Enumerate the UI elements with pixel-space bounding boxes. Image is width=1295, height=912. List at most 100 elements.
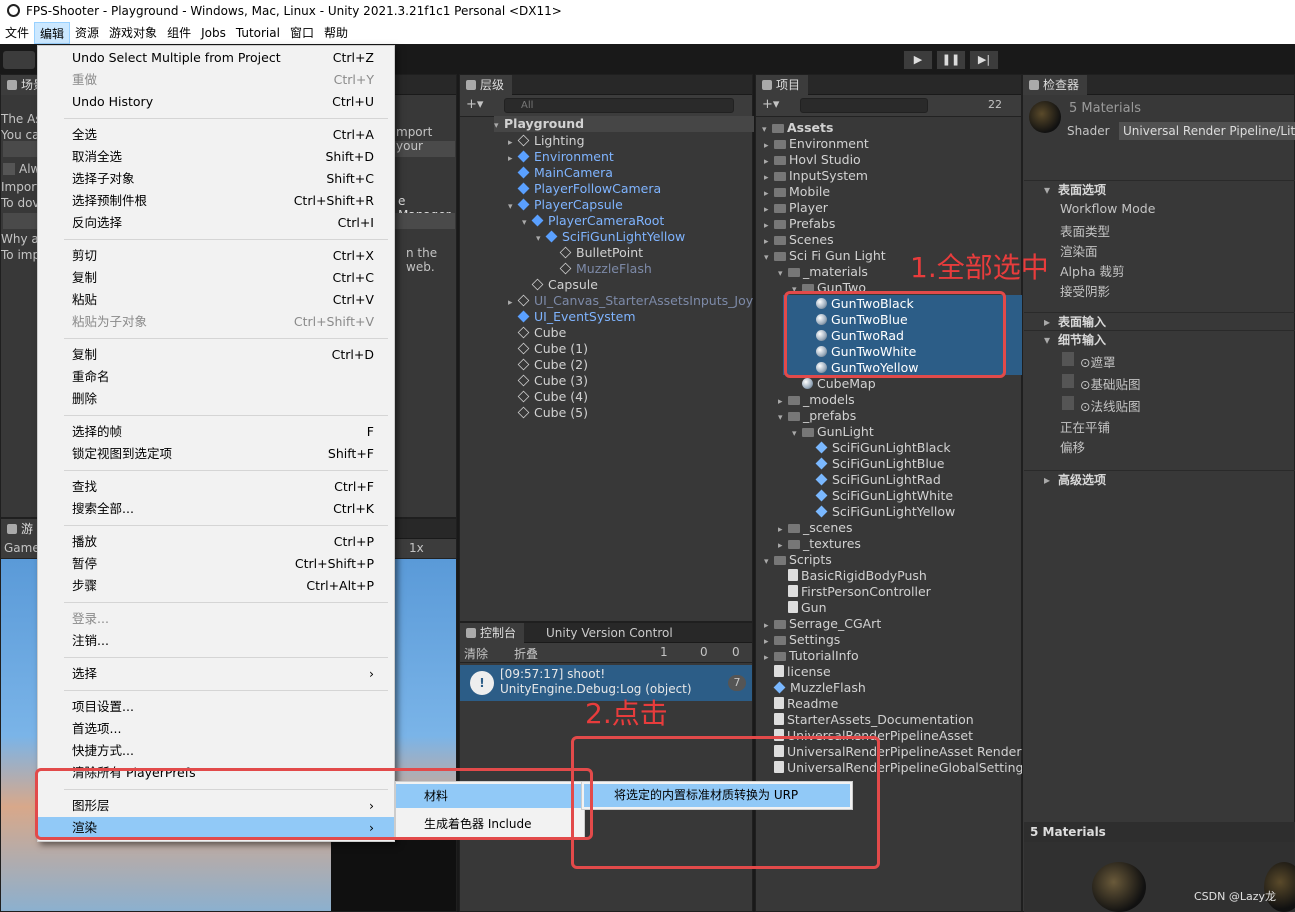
menu-component[interactable]: 组件 — [162, 22, 196, 44]
hierarchy-item[interactable]: ▾ PlayerCapsule — [508, 197, 623, 213]
expand-arrow-icon[interactable]: ▾ — [508, 199, 518, 215]
hierarchy-search-input[interactable]: All — [504, 98, 734, 113]
expand-arrow-icon[interactable]: ▾ — [764, 554, 774, 570]
project-item[interactable]: ▸ _textures — [778, 536, 861, 552]
menu-help[interactable]: 帮助 — [319, 22, 353, 44]
edit-menu-item[interactable]: 快捷方式... — [38, 740, 394, 762]
edit-menu-item[interactable]: Undo History Ctrl+U — [38, 91, 394, 113]
tab-game[interactable]: 游 — [1, 519, 42, 539]
project-item[interactable]: ▾ Scripts — [764, 552, 832, 568]
hierarchy-item[interactable]: ▾ PlayerCameraRoot — [522, 213, 664, 229]
tab-version-control[interactable]: Unity Version Control — [546, 623, 673, 643]
edit-menu-item[interactable]: 步骤 Ctrl+Alt+P — [38, 575, 394, 597]
edit-menu-item[interactable]: 反向选择 Ctrl+I — [38, 212, 394, 234]
project-item[interactable]: FirstPersonController — [778, 584, 931, 600]
expand-arrow-icon[interactable]: ▾ — [764, 250, 774, 266]
expand-arrow-icon[interactable]: ▾ — [792, 426, 802, 442]
edit-menu-item[interactable]: 粘贴 Ctrl+V — [38, 289, 394, 311]
project-item[interactable]: license — [764, 664, 831, 680]
edit-menu-item[interactable]: 选择 › — [38, 663, 394, 685]
project-item[interactable]: ▸ Settings — [764, 632, 840, 648]
project-search-input[interactable] — [800, 98, 928, 113]
hierarchy-item[interactable]: Cube — [508, 325, 566, 341]
project-item[interactable]: StarterAssets_Documentation — [764, 712, 974, 728]
hidden-packages-count[interactable]: 22 — [988, 98, 1002, 111]
console-collapse-button[interactable]: 折叠 — [514, 645, 538, 662]
project-item[interactable]: ▸ Serrage_CGArt — [764, 616, 881, 632]
section-detail-inputs[interactable]: 细节输入 — [1024, 330, 1295, 349]
project-item[interactable]: ▸ Player — [764, 200, 828, 216]
hierarchy-item[interactable]: Cube (5) — [508, 405, 588, 421]
hierarchy-item[interactable]: Cube (1) — [508, 341, 588, 357]
console-info-count[interactable]: 1 — [660, 645, 668, 659]
menu-gameobject[interactable]: 游戏对象 — [104, 22, 162, 44]
always-checkbox[interactable] — [3, 163, 15, 175]
hierarchy-item[interactable]: MainCamera — [508, 165, 613, 181]
hierarchy-item[interactable]: MuzzleFlash — [550, 261, 652, 277]
expand-arrow-icon[interactable]: ▾ — [778, 410, 788, 426]
hierarchy-item[interactable]: UI_EventSystem — [508, 309, 636, 325]
edit-menu-item[interactable]: 注销... — [38, 630, 394, 652]
project-item[interactable]: BasicRigidBodyPush — [778, 568, 927, 584]
edit-menu-item[interactable]: 暂停 Ctrl+Shift+P — [38, 553, 394, 575]
edit-menu-item[interactable]: 播放 Ctrl+P — [38, 531, 394, 553]
project-item[interactable]: ▸ Scenes — [764, 232, 834, 248]
hierarchy-item[interactable]: ▸ Lighting — [508, 133, 585, 149]
project-item[interactable]: ▸ Environment — [764, 136, 869, 152]
edit-menu-item[interactable]: 删除 — [38, 388, 394, 410]
menu-file[interactable]: 文件 — [0, 22, 34, 44]
hierarchy-item[interactable]: Cube (3) — [508, 373, 588, 389]
hierarchy-item[interactable]: BulletPoint — [550, 245, 643, 261]
expand-arrow-icon[interactable]: ▾ — [522, 215, 532, 231]
project-item[interactable]: ▾ Sci Fi Gun Light — [764, 248, 886, 264]
normal-map-slot[interactable] — [1062, 396, 1074, 410]
hierarchy-item[interactable]: ▸ Environment — [508, 149, 614, 165]
project-add-button[interactable]: +▾ — [762, 97, 779, 112]
console-error-count[interactable]: 0 — [732, 645, 740, 659]
assets-root[interactable]: ▾ Assets — [762, 120, 833, 136]
menu-edit[interactable]: 编辑 — [34, 22, 71, 44]
mask-slot[interactable] — [1062, 352, 1074, 366]
edit-menu-item[interactable]: 查找 Ctrl+F — [38, 476, 394, 498]
edit-menu-item[interactable]: 取消全选 Shift+D — [38, 146, 394, 168]
project-item[interactable]: SciFiGunLightBlack — [806, 440, 951, 456]
account-button[interactable] — [3, 51, 35, 69]
project-item[interactable]: ▸ Hovl Studio — [764, 152, 861, 168]
project-item[interactable]: ▸ _models — [778, 392, 855, 408]
project-item[interactable]: Gun — [778, 600, 827, 616]
base-map-slot[interactable] — [1062, 374, 1074, 388]
project-item[interactable]: SciFiGunLightBlue — [806, 456, 944, 472]
hierarchy-item[interactable]: Capsule — [522, 277, 598, 293]
edit-menu-item[interactable]: 项目设置... — [38, 696, 394, 718]
hierarchy-item[interactable]: ▸ UI_Canvas_StarterAssetsInputs_Joy — [508, 293, 753, 309]
hierarchy-item[interactable]: Cube (4) — [508, 389, 588, 405]
menu-assets[interactable]: 资源 — [70, 22, 104, 44]
edit-menu-item[interactable]: 锁定视图到选定项 Shift+F — [38, 443, 394, 465]
edit-menu-item[interactable]: 重命名 — [38, 366, 394, 388]
edit-menu-item[interactable]: 全选 Ctrl+A — [38, 124, 394, 146]
play-button[interactable]: ▶ — [903, 50, 933, 70]
menu-tutorial[interactable]: Tutorial — [231, 22, 285, 44]
project-item[interactable]: ▸ Prefabs — [764, 216, 835, 232]
step-button[interactable]: ▶| — [969, 50, 999, 70]
section-surface-inputs[interactable]: 表面输入 — [1024, 312, 1295, 331]
pause-button[interactable]: ❚❚ — [936, 50, 966, 70]
project-item[interactable]: ▸ InputSystem — [764, 168, 868, 184]
edit-menu-item[interactable]: Undo Select Multiple from Project Ctrl+Z — [38, 47, 394, 69]
hierarchy-item[interactable]: PlayerFollowCamera — [508, 181, 661, 197]
project-item[interactable]: ▸ Mobile — [764, 184, 830, 200]
menu-window[interactable]: 窗口 — [285, 22, 319, 44]
project-item[interactable]: SciFiGunLightYellow — [806, 504, 955, 520]
edit-menu-item[interactable]: 搜索全部... Ctrl+K — [38, 498, 394, 520]
project-item[interactable]: ▸ TutorialInfo — [764, 648, 859, 664]
menu-jobs[interactable]: Jobs — [196, 22, 231, 44]
edit-menu-item[interactable]: 首选项... — [38, 718, 394, 740]
expand-arrow-icon[interactable]: ▾ — [536, 231, 546, 247]
expand-arrow-icon[interactable]: ▾ — [778, 266, 788, 282]
tab-console[interactable]: 控制台 — [460, 623, 525, 643]
project-item[interactable]: MuzzleFlash — [764, 680, 866, 696]
add-button[interactable]: +▾ — [466, 97, 483, 112]
tab-hierarchy[interactable]: 层级 — [460, 75, 513, 95]
edit-menu-item[interactable]: 选择子对象 Shift+C — [38, 168, 394, 190]
project-item[interactable]: CubeMap — [792, 376, 876, 392]
